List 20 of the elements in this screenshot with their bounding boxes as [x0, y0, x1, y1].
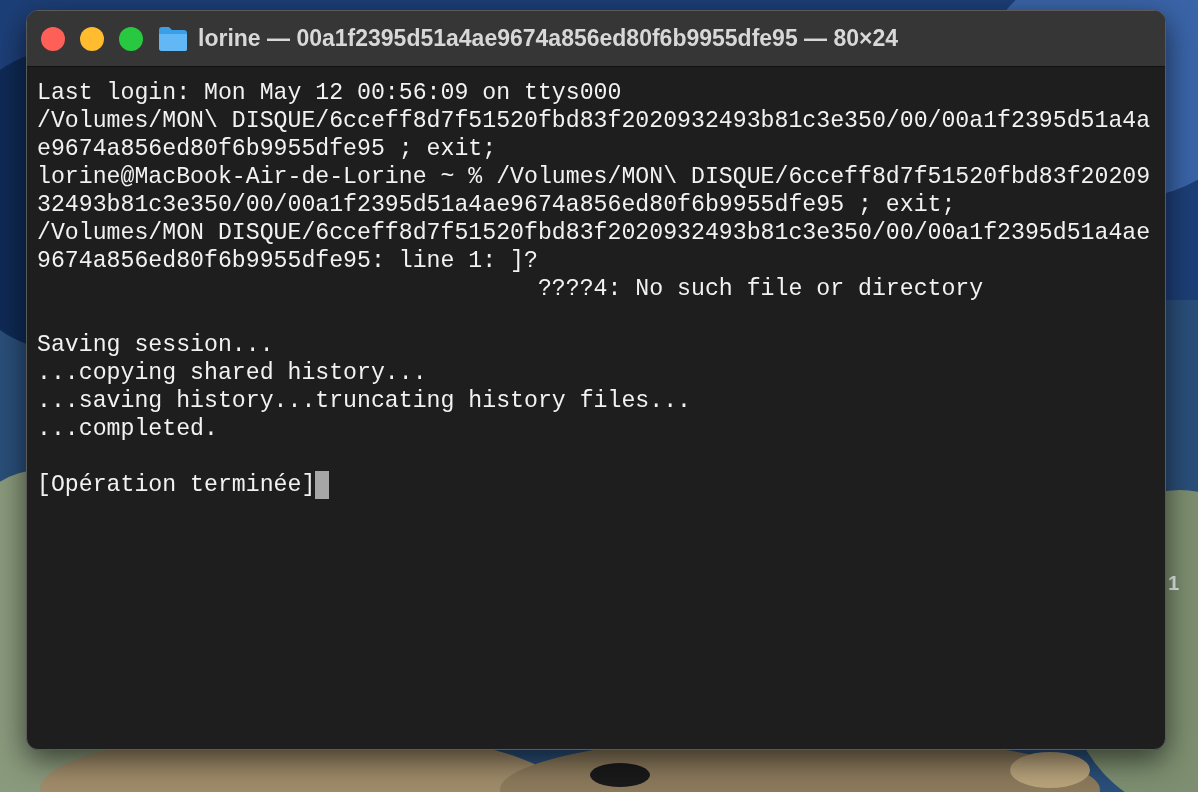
terminal-line: Last login: Mon May 12 00:56:09 on ttys000: [37, 80, 622, 106]
terminal-line: ...saving history...truncating history files...: [37, 388, 691, 414]
zoom-button[interactable]: [119, 26, 143, 51]
terminal-line: ...completed.: [37, 416, 218, 442]
desktop-label: 1: [1168, 572, 1180, 595]
terminal-line: /Volumes/MON DISQUE/6cceff8d7f51520fbd83f2020932493b81c3e350/00/00a1f2395d51a4ae: [37, 220, 1151, 246]
folder-icon: [158, 25, 188, 52]
minimize-button[interactable]: [80, 26, 104, 51]
terminal-line: /Volumes/MON\ DISQUE/6cceff8d7f51520fbd83f2020932493b81c3e350/00/00a1f2395d51a4a: [37, 108, 1151, 134]
terminal-line: [Opération terminée]: [37, 472, 316, 498]
close-button[interactable]: [41, 26, 65, 51]
terminal-line: lorine@MacBook-Air-de-Lorine ~ % /Volumes/MON\ DISQUE/6cceff8d7f51520fbd83f20209: [37, 164, 1151, 190]
text-cursor: [315, 471, 330, 499]
terminal-line: 32493b81c3e350/00/00a1f2395d51a4ae9674a856ed80f6b9955dfe95 ; exit;: [37, 192, 956, 218]
terminal-line: ????4: No such file or directory: [536, 276, 984, 302]
window-title: lorine — 00a1f2395d51a4ae9674a856ed80f6b9955dfe95 — 80×24: [198, 25, 899, 52]
terminal-line: e9674a856ed80f6b9955dfe95 ; exit;: [37, 136, 497, 162]
terminal-line: ...copying shared history...: [37, 360, 427, 386]
terminal-line: Saving session...: [37, 332, 274, 358]
terminal-line: 9674a856ed80f6b9955dfe95: line 1: ]?: [37, 248, 538, 274]
